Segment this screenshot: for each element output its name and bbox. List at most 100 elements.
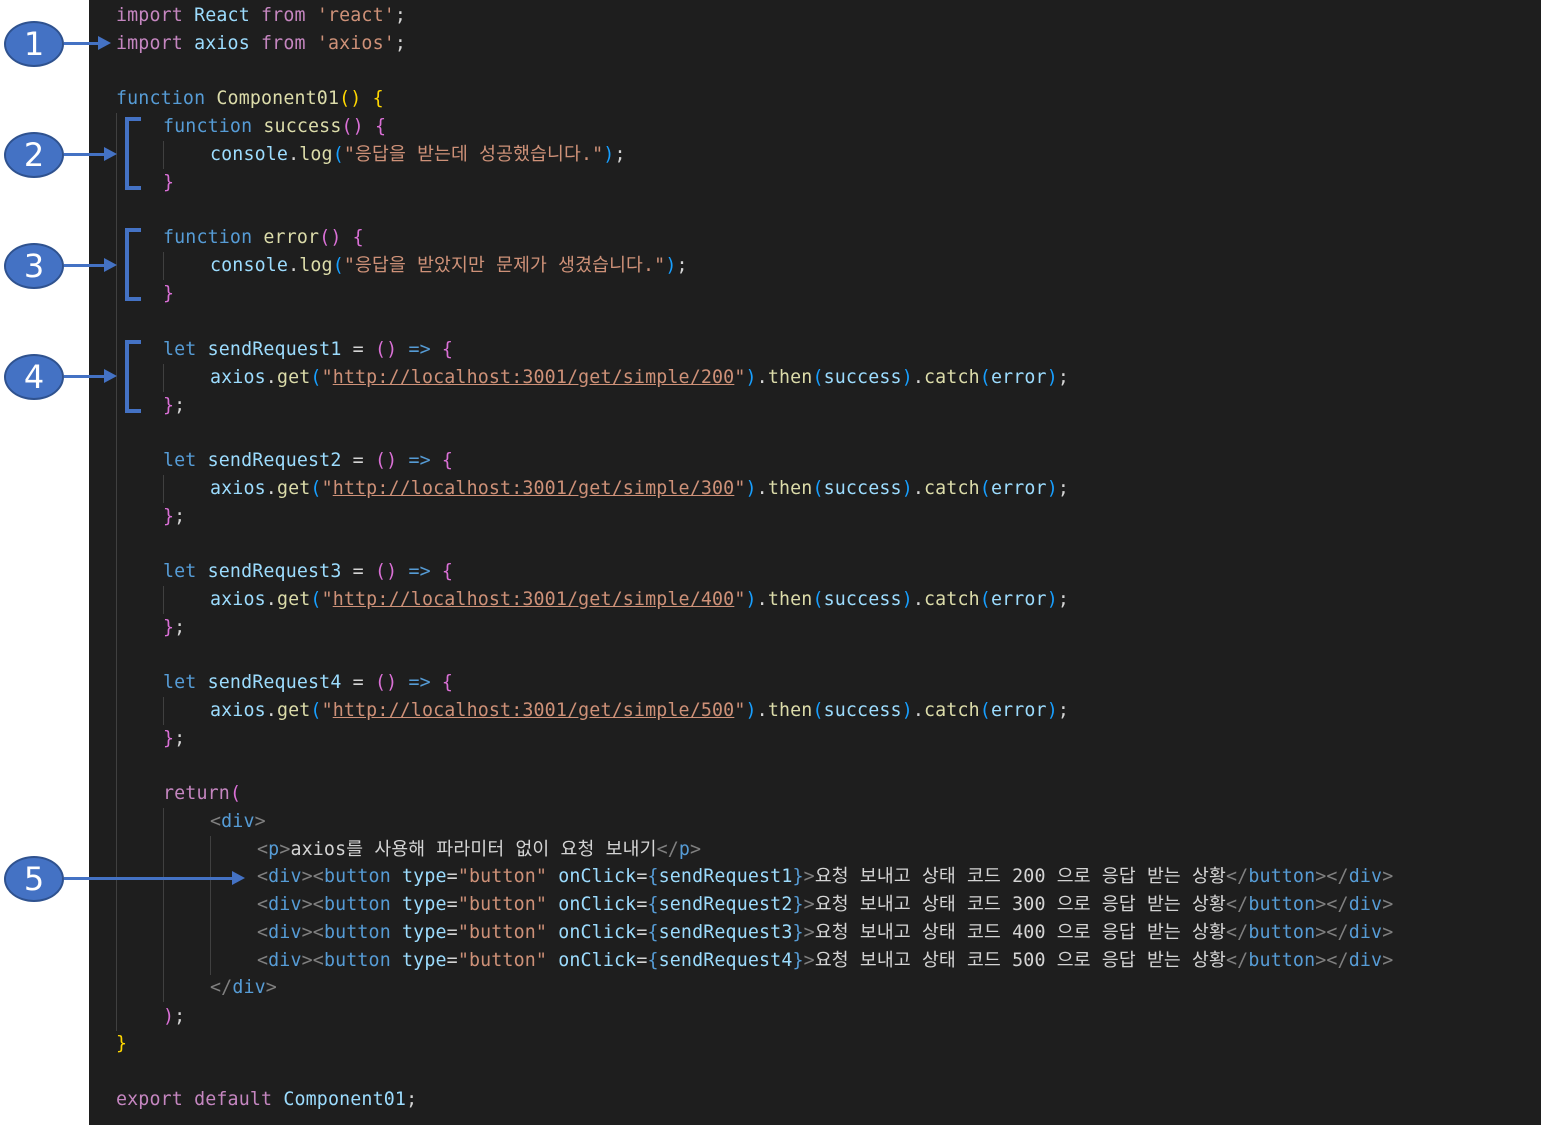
- code-token: http://localhost:3001/get/simple/500: [332, 700, 735, 721]
- code-token: ): [901, 478, 913, 499]
- code-line: console.log("응답을 받았지만 문제가 생겼습니다.");: [210, 252, 688, 280]
- annotation-marker-2: 2: [4, 132, 64, 178]
- code-token: http://localhost:3001/get/simple/400: [332, 589, 735, 610]
- code-token: ;: [676, 255, 688, 276]
- code-token: get: [276, 478, 311, 499]
- code-token: button: [323, 894, 391, 915]
- code-line: export default Component01;: [116, 1086, 417, 1114]
- code-line: <div><button type="button" onClick={send…: [257, 919, 1393, 947]
- code-token: =: [636, 894, 648, 915]
- code-token: type: [402, 894, 447, 915]
- code-line: let sendRequest4 = () => {: [163, 669, 453, 697]
- code-token: ": [321, 367, 333, 388]
- code-token: button: [323, 866, 391, 887]
- code-token: (: [812, 367, 824, 388]
- code-token: type: [402, 922, 447, 943]
- code-token: {: [647, 922, 659, 943]
- code-token: ): [901, 589, 913, 610]
- code-token: import: [116, 5, 183, 26]
- code-token: function: [163, 227, 253, 248]
- code-token: (): [319, 227, 342, 248]
- code-token: ): [901, 700, 913, 721]
- code-token: (): [374, 450, 398, 471]
- code-token: ></: [1315, 894, 1349, 915]
- code-token: then: [767, 589, 813, 610]
- code-line: function error() {: [163, 224, 364, 252]
- code-token: axios: [210, 589, 266, 610]
- code-token: "응답을 받았지만 문제가 생겼습니다.": [343, 255, 666, 276]
- annotation-arrowhead: [104, 258, 117, 272]
- code-token: {: [647, 950, 659, 971]
- code-token: (): [339, 88, 362, 109]
- code-line: function Component01() {: [116, 85, 384, 113]
- code-token: ;: [174, 728, 186, 749]
- code-token: axios를 사용해 파라미터 없이 요청 보내기: [290, 839, 657, 860]
- code-token: }: [163, 728, 175, 749]
- code-token: sendRequest3: [658, 922, 793, 943]
- code-token: button: [1248, 894, 1316, 915]
- code-token: ): [901, 367, 913, 388]
- annotation-label: 3: [23, 247, 45, 285]
- code-token: (: [979, 478, 991, 499]
- annotation-label: 2: [23, 136, 45, 174]
- code-token: =>: [408, 339, 431, 360]
- code-token: .: [912, 367, 924, 388]
- code-line: let sendRequest3 = () => {: [163, 558, 453, 586]
- code-token: (): [374, 561, 398, 582]
- code-token: Component01: [216, 88, 340, 109]
- code-token: axios: [194, 33, 250, 54]
- code-token: "응답을 받는데 성공했습니다.": [343, 144, 604, 165]
- code-token: p: [678, 839, 691, 860]
- code-token: ></: [1315, 866, 1349, 887]
- code-token: "button": [457, 922, 548, 943]
- annotation-arrow: [64, 375, 106, 378]
- code-token: import: [116, 33, 183, 54]
- code-token: .: [756, 589, 768, 610]
- code-token: ;: [174, 506, 186, 527]
- code-token: </: [1226, 866, 1249, 887]
- code-token: "button": [457, 866, 548, 887]
- code-token: </: [210, 977, 233, 998]
- code-token: .: [912, 700, 924, 721]
- code-line: <div><button type="button" onClick={send…: [257, 947, 1393, 975]
- code-line: };: [163, 503, 185, 531]
- code-token: =: [446, 894, 458, 915]
- annotation-arrow: [64, 153, 106, 156]
- code-token: >: [803, 922, 815, 943]
- code-token: (: [812, 478, 824, 499]
- code-token: axios: [210, 478, 266, 499]
- code-token: >: [803, 894, 815, 915]
- annotation-label: 5: [23, 860, 45, 898]
- code-token: >: [254, 811, 266, 832]
- code-token: ;: [394, 5, 407, 26]
- code-token: </: [656, 839, 679, 860]
- code-token: <: [257, 839, 269, 860]
- code-token: sendRequest1: [658, 866, 793, 887]
- code-token: ><: [301, 922, 324, 943]
- code-token: error: [990, 367, 1047, 388]
- code-line: <div><button type="button" onClick={send…: [257, 863, 1393, 891]
- code-token: .: [288, 144, 300, 165]
- code-token: sendRequest4: [207, 672, 342, 693]
- code-token: (: [812, 700, 824, 721]
- code-token: div: [1348, 866, 1383, 887]
- code-token: ": [734, 700, 746, 721]
- code-token: ": [321, 589, 333, 610]
- code-token: then: [767, 478, 813, 499]
- code-token: .: [265, 478, 277, 499]
- code-token: >: [1382, 866, 1394, 887]
- code-editor[interactable]: import React from 'react'; import axios f…: [89, 0, 1541, 1125]
- code-token: <: [257, 866, 269, 887]
- code-token: function: [163, 116, 253, 137]
- code-token: 요청 보내고 상태 코드 500 으로 응답 받는 상황: [814, 950, 1226, 971]
